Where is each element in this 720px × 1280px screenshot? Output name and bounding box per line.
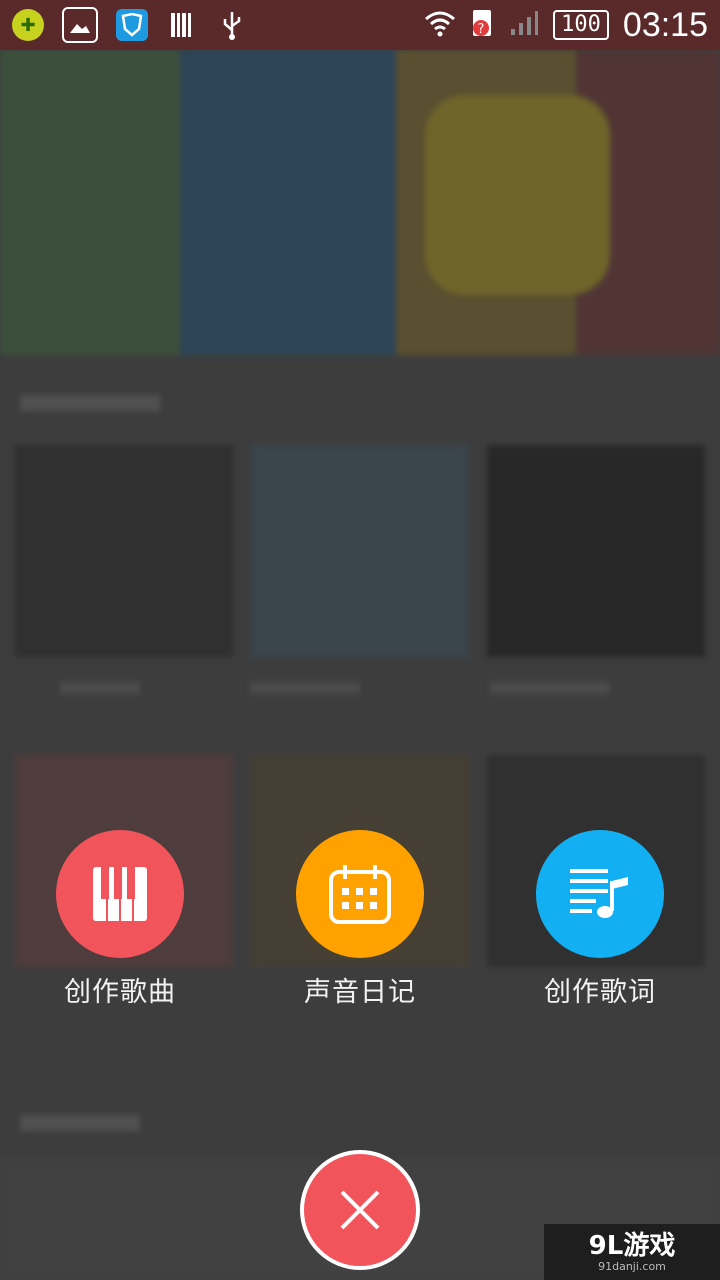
svg-text:?: ? (478, 22, 485, 37)
usb-icon (216, 9, 248, 41)
create-song-button[interactable]: 创作歌曲 (20, 830, 220, 1009)
piano-icon[interactable] (56, 830, 184, 958)
sim-alert-icon: ? (471, 8, 495, 42)
gallery-icon (62, 7, 98, 43)
barcode-icon (166, 9, 198, 41)
wifi-icon (423, 9, 457, 41)
dim-overlay (0, 0, 720, 1280)
voice-diary-label: 声音日记 (304, 977, 416, 1008)
calendar-icon[interactable] (296, 830, 424, 958)
watermark: 9L游戏 91danji.com (544, 1224, 720, 1280)
lyrics-icon[interactable] (536, 830, 664, 958)
signal-icon (509, 9, 539, 41)
watermark-brand: 9L游戏 (588, 1230, 676, 1261)
create-lyrics-button[interactable]: 创作歌词 (500, 830, 700, 1009)
clock: 03:15 (622, 5, 708, 44)
app-icon: ✚ (12, 9, 44, 41)
voice-diary-button[interactable]: 声音日记 (260, 830, 460, 1009)
status-bar: ✚ ? 100 03:15 (0, 0, 720, 50)
battery-level: 100 (553, 10, 609, 40)
create-song-label: 创作歌曲 (64, 977, 176, 1008)
watermark-site: 91danji.com (598, 1259, 666, 1273)
close-button[interactable] (300, 1150, 420, 1270)
shield-icon (116, 9, 148, 41)
create-lyrics-label: 创作歌词 (544, 977, 656, 1008)
close-icon (340, 1190, 380, 1230)
